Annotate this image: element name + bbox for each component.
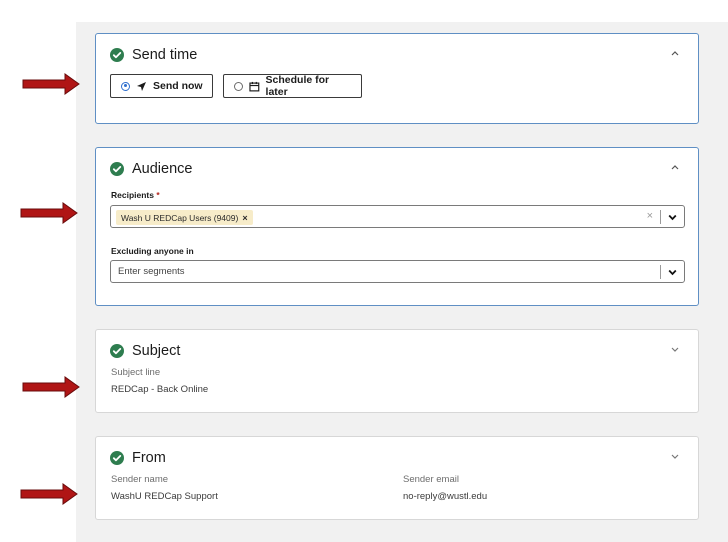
chip-remove-icon[interactable]: × <box>242 213 247 223</box>
schedule-later-option[interactable]: Schedule for later <box>223 74 362 98</box>
subject-header[interactable]: Subject <box>110 343 180 359</box>
annotation-arrow-from <box>20 483 78 505</box>
annotation-arrow-recipients <box>20 202 78 224</box>
chevron-up-icon[interactable] <box>670 163 680 171</box>
chevron-down-icon[interactable] <box>670 345 680 353</box>
from-header[interactable]: From <box>110 450 166 466</box>
subject-line-label: Subject line <box>111 367 161 378</box>
clear-icon[interactable]: × <box>647 211 653 222</box>
send-time-header[interactable]: Send time <box>110 47 197 63</box>
recipients-label: Recipients * <box>111 190 160 200</box>
send-time-title: Send time <box>132 47 198 63</box>
chevron-down-icon[interactable] <box>668 269 677 276</box>
recipients-select[interactable]: Wash U REDCap Users (9409) × × <box>110 205 685 228</box>
subject-line-value: REDCap - Back Online <box>111 384 209 395</box>
required-marker: * <box>156 190 160 200</box>
audience-card: Audience Recipients * Wash U REDCap User… <box>95 147 699 306</box>
check-circle-icon <box>110 48 124 62</box>
from-title: From <box>132 450 166 466</box>
recipient-chip-label: Wash U REDCap Users (9409) <box>121 212 239 223</box>
send-now-label: Send now <box>153 80 203 92</box>
audience-title: Audience <box>132 161 193 177</box>
subject-title: Subject <box>132 343 181 359</box>
annotation-arrow-subject <box>22 376 80 398</box>
check-circle-icon <box>110 451 124 465</box>
chevron-down-icon[interactable] <box>668 214 677 221</box>
sender-email-label: Sender email <box>403 474 459 485</box>
sender-email-value: no-reply@wustl.edu <box>403 491 488 502</box>
chevron-down-icon[interactable] <box>670 452 680 460</box>
select-divider <box>660 210 661 224</box>
excluding-label: Excluding anyone in <box>111 246 194 256</box>
paper-plane-icon <box>137 81 146 91</box>
send-time-card: Send time Send now Schedule for later <box>95 33 699 124</box>
send-now-radio[interactable] <box>121 81 130 91</box>
check-circle-icon <box>110 162 124 176</box>
sender-name-label: Sender name <box>111 474 169 485</box>
send-now-option[interactable]: Send now <box>110 74 213 98</box>
audience-header[interactable]: Audience <box>110 161 192 177</box>
subject-card[interactable]: Subject Subject line REDCap - Back Onlin… <box>95 329 699 413</box>
from-card[interactable]: From Sender name WashU REDCap Support Se… <box>95 436 699 520</box>
calendar-icon <box>249 81 260 91</box>
annotation-arrow-send-time <box>22 73 80 95</box>
chevron-up-icon[interactable] <box>670 49 680 57</box>
check-circle-icon <box>110 344 124 358</box>
recipient-chip: Wash U REDCap Users (9409) × <box>116 210 253 225</box>
select-divider <box>660 265 661 279</box>
sender-name-value: WashU REDCap Support <box>111 491 218 502</box>
recipients-label-text: Recipients <box>111 190 154 200</box>
schedule-later-radio[interactable] <box>234 81 243 91</box>
exclude-segments-select[interactable]: Enter segments <box>110 260 685 283</box>
segments-placeholder: Enter segments <box>118 266 185 277</box>
schedule-later-label: Schedule for later <box>265 74 330 98</box>
